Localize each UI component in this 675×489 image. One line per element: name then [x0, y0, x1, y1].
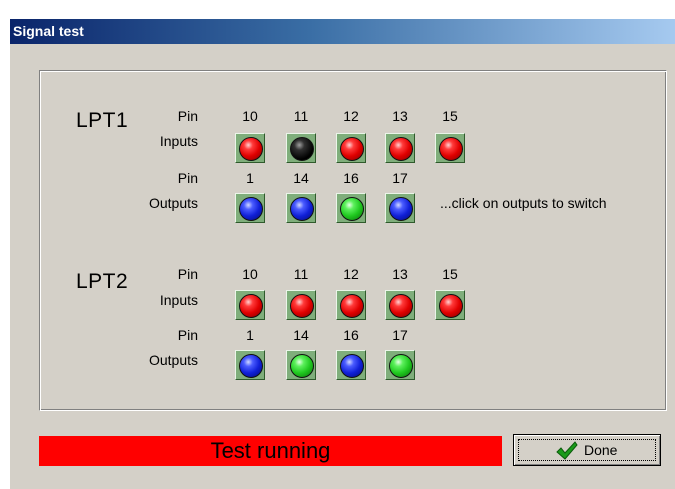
output-led-lpt1-pin16[interactable]: [336, 193, 366, 223]
led-bulb-icon: [239, 137, 263, 161]
pin-number: 15: [442, 108, 458, 124]
output-led-lpt2-pin16[interactable]: [336, 350, 366, 380]
pin-row-label: Pin: [177, 266, 198, 282]
input-led-lpt2-pin11: [286, 290, 316, 320]
pin-number: 15: [442, 266, 458, 282]
pin-row-label: Pin: [177, 327, 198, 343]
outputs-row-label: Outputs: [148, 195, 198, 211]
led-bulb-icon: [389, 294, 413, 318]
output-led-lpt2-pin14[interactable]: [286, 350, 316, 380]
outputs-row-label: Outputs: [148, 352, 198, 368]
led-bulb-icon: [439, 294, 463, 318]
led-bulb-icon: [340, 137, 364, 161]
input-led-lpt1-pin15: [435, 133, 465, 163]
led-bulb-icon: [340, 354, 364, 378]
led-bulb-icon: [239, 197, 263, 221]
input-led-lpt1-pin11: [286, 133, 316, 163]
led-bulb-icon: [389, 354, 413, 378]
output-led-lpt2-pin17[interactable]: [385, 350, 415, 380]
input-led-lpt2-pin13: [385, 290, 415, 320]
window-title: Signal test: [13, 23, 84, 39]
led-bulb-icon: [439, 137, 463, 161]
output-led-lpt1-pin1[interactable]: [235, 193, 265, 223]
pin-row-label: Pin: [177, 170, 198, 186]
title-bar[interactable]: Signal test: [10, 19, 675, 44]
pin-number: 17: [392, 327, 408, 343]
pin-number: 16: [343, 170, 359, 186]
pin-number: 13: [392, 266, 408, 282]
signal-test-window: Signal test LPT1 Pin 10 11 12 13 15 Inpu…: [9, 18, 675, 489]
input-led-lpt2-pin10: [235, 290, 265, 320]
pin-number: 10: [242, 108, 258, 124]
checkmark-icon: [556, 441, 578, 460]
pin-number: 16: [343, 327, 359, 343]
hint-text: ...click on outputs to switch: [440, 195, 607, 211]
led-bulb-icon: [389, 137, 413, 161]
pin-number: 1: [246, 170, 254, 186]
pin-row-label: Pin: [177, 108, 198, 124]
output-led-lpt1-pin14[interactable]: [286, 193, 316, 223]
done-button-label: Done: [584, 442, 618, 458]
status-bar: Test running: [39, 436, 502, 466]
done-button[interactable]: Done: [513, 434, 661, 466]
led-bulb-icon: [340, 197, 364, 221]
pin-number: 12: [343, 108, 359, 124]
inputs-row-label: Inputs: [159, 133, 198, 149]
led-bulb-icon: [239, 294, 263, 318]
port-label-lpt2: LPT2: [76, 270, 129, 293]
pin-number: 11: [293, 266, 309, 282]
output-led-lpt1-pin17[interactable]: [385, 193, 415, 223]
led-bulb-icon: [290, 197, 314, 221]
pin-number: 13: [392, 108, 408, 124]
output-led-lpt2-pin1[interactable]: [235, 350, 265, 380]
led-bulb-icon: [290, 294, 314, 318]
input-led-lpt2-pin15: [435, 290, 465, 320]
pin-number: 12: [343, 266, 359, 282]
input-led-lpt1-pin12: [336, 133, 366, 163]
inputs-row-label: Inputs: [159, 292, 198, 308]
pin-number: 11: [293, 108, 309, 124]
pin-number: 17: [392, 170, 408, 186]
input-led-lpt1-pin10: [235, 133, 265, 163]
signal-group-box: LPT1 Pin 10 11 12 13 15 Inputs Pin 1 14 …: [39, 70, 667, 411]
pin-number: 14: [293, 170, 309, 186]
input-led-lpt2-pin12: [336, 290, 366, 320]
led-bulb-icon: [340, 294, 364, 318]
pin-number: 14: [293, 327, 309, 343]
led-bulb-icon: [389, 197, 413, 221]
pin-number: 10: [242, 266, 258, 282]
port-label-lpt1: LPT1: [76, 109, 129, 132]
led-bulb-icon: [290, 354, 314, 378]
led-bulb-icon: [290, 137, 314, 161]
input-led-lpt1-pin13: [385, 133, 415, 163]
pin-number: 1: [246, 327, 254, 343]
led-bulb-icon: [239, 354, 263, 378]
